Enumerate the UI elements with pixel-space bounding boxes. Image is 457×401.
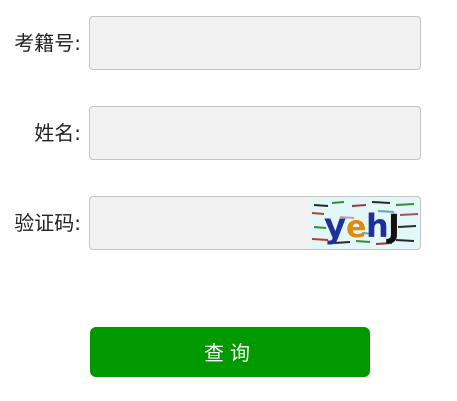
submit-query-button[interactable]: 查询 bbox=[90, 327, 370, 377]
svg-text:h: h bbox=[366, 207, 389, 245]
exam-number-field-wrapper bbox=[89, 16, 421, 70]
captcha-field-wrapper: y e h J bbox=[89, 196, 421, 250]
captcha-input[interactable] bbox=[90, 197, 305, 249]
name-field-wrapper bbox=[89, 106, 421, 160]
exam-number-row: 考籍号: bbox=[0, 16, 457, 70]
name-label: 姓名: bbox=[34, 121, 81, 145]
captcha-graphic: y e h J bbox=[310, 197, 420, 249]
exam-number-label: 考籍号: bbox=[14, 31, 81, 55]
captcha-label: 验证码: bbox=[14, 211, 81, 235]
svg-text:J: J bbox=[386, 207, 400, 245]
name-input[interactable] bbox=[90, 107, 420, 159]
captcha-image[interactable]: y e h J bbox=[310, 197, 420, 249]
svg-text:e: e bbox=[346, 210, 366, 245]
name-row: 姓名: bbox=[0, 106, 457, 160]
svg-text:y: y bbox=[324, 206, 346, 246]
exam-number-input[interactable] bbox=[90, 17, 420, 69]
captcha-row: 验证码: y e h J bbox=[0, 196, 457, 250]
